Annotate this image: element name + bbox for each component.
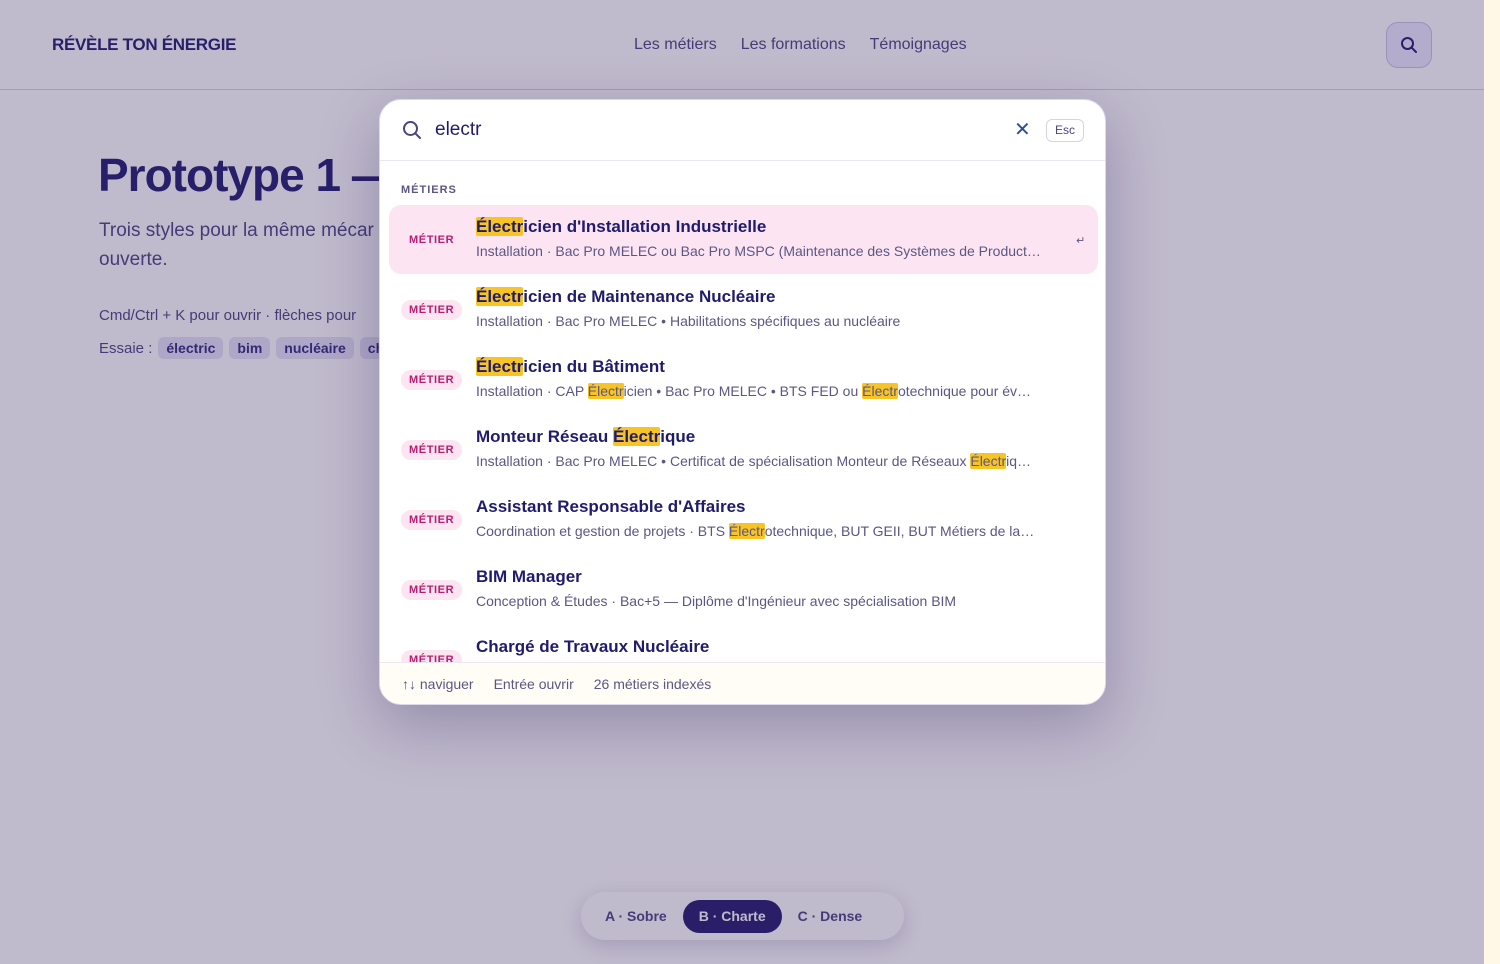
match-highlight: Électr	[728, 523, 765, 539]
result-title: Chargé de Travaux Nucléaire	[476, 637, 709, 657]
footer-hint-open: Entrée ouvrir	[493, 675, 574, 692]
footer-count: 26 métiers indexés	[593, 675, 712, 692]
text-segment: Installation · Bac Pro MELEC ou Bac Pro …	[476, 243, 1041, 259]
modal-search-bar: ✕ Esc	[380, 100, 1105, 161]
result-badge: MÉTIER	[401, 370, 463, 390]
match-highlight: Électr	[587, 383, 624, 399]
result-item[interactable]: MÉTIER Électricien d'Installation Industr…	[389, 205, 1098, 274]
result-badge: MÉTIER	[401, 300, 463, 320]
result-title: Électricien de Maintenance Nucléaire	[476, 287, 776, 307]
text-segment: iq…	[1006, 453, 1032, 469]
footer-hint-navigate: ↑↓ naviguer	[402, 675, 474, 692]
section-label: MÉTIERS	[401, 184, 457, 196]
result-item[interactable]: MÉTIER Chargé de Travaux Nucléaire	[389, 625, 1098, 665]
match-highlight: Électr	[862, 383, 898, 399]
result-badge: MÉTIER	[409, 234, 455, 246]
result-title: Électricien d'Installation Industrielle	[476, 217, 766, 237]
text-segment: Coordination et gestion de projets · BTS	[476, 523, 729, 539]
text-segment: Installation · Bac Pro MELEC • Habilitat…	[476, 313, 901, 329]
match-highlight: Électr	[476, 357, 524, 376]
close-icon[interactable]: ✕	[1014, 120, 1031, 140]
result-badge: MÉTIER	[401, 580, 463, 600]
match-highlight: Électr	[612, 427, 661, 446]
scrollbar-track[interactable]	[1484, 0, 1500, 964]
match-highlight: Électr	[970, 453, 1007, 469]
result-item[interactable]: MÉTIER BIM Manager Conception & Études · B…	[389, 555, 1098, 624]
search-modal: ✕ Esc MÉTIERS MÉTIERÉlectricien d'Instal…	[379, 99, 1106, 705]
match-highlight: Électr	[476, 217, 524, 236]
result-title: BIM Manager	[476, 567, 582, 587]
result-badge: MÉTIER	[401, 510, 463, 530]
result-subtitle: Installation · Bac Pro MELEC ou Bac Pro …	[476, 243, 1076, 259]
modal-footer: ↑↓ naviguer Entrée ouvrir 26 métiers ind…	[380, 662, 1105, 704]
esc-key-badge[interactable]: Esc	[1046, 119, 1085, 142]
search-input[interactable]	[435, 116, 995, 144]
text-segment: Assistant Responsable d'Affaires	[476, 497, 746, 516]
text-segment: Chargé de Travaux Nucléaire	[476, 637, 710, 656]
result-item[interactable]: MÉTIER Monteur Réseau Électrique Installat…	[389, 415, 1098, 484]
text-segment: icien • Bac Pro MELEC • BTS FED ou	[623, 383, 863, 399]
text-segment: Installation · Bac Pro MELEC • Certifica…	[476, 453, 971, 469]
text-segment: icien d'Installation Industrielle	[523, 217, 767, 236]
result-subtitle: Installation · Bac Pro MELEC • Certifica…	[476, 453, 1076, 469]
enter-icon: ↵	[1076, 235, 1086, 247]
result-subtitle: Coordination et gestion de projets · BTS…	[476, 523, 1076, 539]
text-segment: Conception & Études · Bac+5 — Diplôme d'…	[476, 593, 957, 609]
text-segment: ique	[660, 427, 696, 446]
match-highlight: Électr	[476, 287, 524, 306]
results-list: MÉTIERS MÉTIER Électricien d'Installation…	[380, 162, 1105, 665]
result-title: Assistant Responsable d'Affaires	[476, 497, 746, 517]
result-subtitle: Installation · Bac Pro MELEC • Habilitat…	[476, 313, 1076, 329]
text-segment: Monteur Réseau	[476, 427, 613, 446]
text-segment: BIM Manager	[476, 567, 582, 586]
text-segment: Installation · CAP	[476, 383, 588, 399]
text-segment: icien de Maintenance Nucléaire	[523, 287, 776, 306]
result-item[interactable]: MÉTIER Électricien du Bâtiment Installatio…	[389, 345, 1098, 414]
text-segment: icien du Bâtiment	[523, 357, 665, 376]
result-item[interactable]: MÉTIER Assistant Responsable d'Affaires Co…	[389, 485, 1098, 554]
result-subtitle: Conception & Études · Bac+5 — Diplôme d'…	[476, 593, 1076, 609]
result-subtitle: Installation · CAP Électricien • Bac Pro…	[476, 383, 1076, 399]
result-item[interactable]: MÉTIER Électricien de Maintenance Nucléai…	[389, 275, 1098, 344]
search-icon	[403, 121, 421, 139]
result-title: Électricien du Bâtiment	[476, 357, 665, 377]
text-segment: otechnique pour év…	[897, 383, 1032, 399]
result-title: Monteur Réseau Électrique	[476, 427, 695, 447]
result-badge: MÉTIER	[401, 440, 463, 460]
text-segment: otechnique, BUT GEII, BUT Métiers de la…	[764, 523, 1035, 539]
